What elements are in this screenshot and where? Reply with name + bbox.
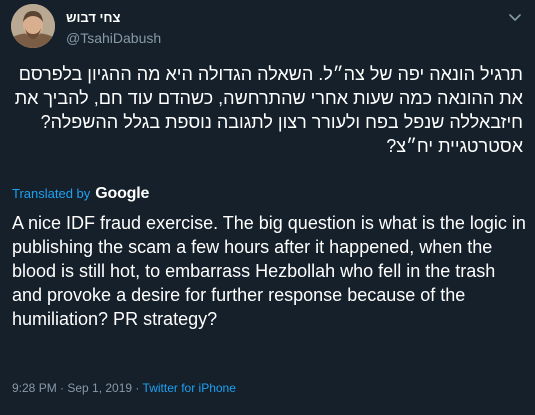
tweet-source-link[interactable]: Twitter for iPhone [143,381,236,395]
translated-by-label: Translated by [12,186,91,201]
chevron-down-icon[interactable] [507,9,523,25]
display-name[interactable]: צחי דבוש [66,10,120,25]
meta-separator: · [132,381,143,395]
tweet-card: צחי דבוש @TsahiDabush תרגיל הונאה יפה של… [0,0,535,415]
tweet-translated-text: A nice IDF fraud exercise. The big quest… [12,213,526,329]
user-handle[interactable]: @TsahiDabush [66,30,161,46]
avatar[interactable] [11,4,55,48]
tweet-metadata: 9:28 PM · Sep 1, 2019 · Twitter for iPho… [12,381,236,395]
tweet-timestamp[interactable]: 9:28 PM · Sep 1, 2019 [12,381,132,395]
tweet-original-text: תרגיל הונאה יפה של צה״ל. השאלה הגדולה הי… [14,64,523,156]
google-logo: Google [95,185,150,202]
translated-by-link[interactable]: Translated by Google [12,185,149,203]
profile-photo-icon [11,4,55,48]
